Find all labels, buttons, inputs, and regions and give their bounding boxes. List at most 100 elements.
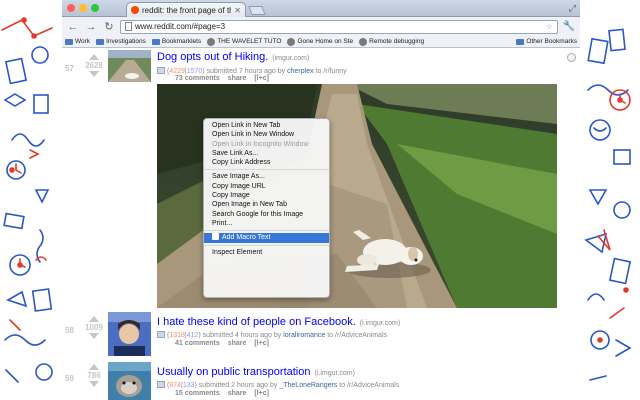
- expando-button[interactable]: [157, 331, 165, 338]
- expando-button[interactable]: [157, 67, 165, 74]
- bookmark-icon: [207, 37, 216, 46]
- reddit-favicon-icon: [131, 6, 139, 14]
- expanded-image[interactable]: Open Link in New Tab Open Link in New Wi…: [157, 84, 557, 308]
- post-58: 58 1009 I hate these kind of people on F…: [62, 312, 580, 358]
- forward-arrow-icon[interactable]: →: [84, 20, 98, 34]
- author-link[interactable]: loraliromance: [283, 332, 325, 339]
- post-score: 1009: [85, 323, 103, 332]
- subreddit-link[interactable]: to /r/AdviceAnimals: [327, 332, 387, 339]
- bookmark-item[interactable]: Gone Home on Ste: [287, 37, 353, 46]
- bookmark-item[interactable]: Remote debugging: [359, 37, 424, 46]
- address-bar[interactable]: www.reddit.com/#page=3 ☆: [120, 19, 558, 34]
- menu-open-image-new-tab[interactable]: Open Image in New Tab: [204, 200, 329, 209]
- menu-inspect-element[interactable]: Inspect Element: [204, 248, 329, 257]
- comments-link[interactable]: 73 comments: [175, 75, 220, 82]
- bookmark-item[interactable]: Investigations: [96, 38, 146, 45]
- post-domain[interactable]: (i.imgur.com): [360, 320, 400, 327]
- share-link[interactable]: share: [228, 340, 247, 347]
- menu-separator: [204, 244, 329, 246]
- fullscreen-icon[interactable]: ⤢: [569, 3, 576, 14]
- back-arrow-icon[interactable]: ←: [66, 20, 80, 34]
- wrench-menu-icon[interactable]: 🔧: [562, 20, 576, 34]
- post-actions: 15 comments share [l+c]: [175, 390, 275, 397]
- post-score: 786: [87, 371, 101, 380]
- lc-link[interactable]: [l+c]: [254, 390, 269, 397]
- post-rank: 59: [65, 374, 74, 383]
- context-menu: Open Link in New Tab Open Link in New Wi…: [203, 118, 330, 298]
- post-rank: 58: [65, 326, 74, 335]
- new-tab-button[interactable]: [248, 6, 266, 15]
- menu-copy-image[interactable]: Copy Image: [204, 191, 329, 200]
- menu-add-macro-text-label: Add Macro Text: [222, 234, 271, 242]
- lc-link[interactable]: [l+c]: [254, 75, 269, 82]
- downvote-arrow-icon[interactable]: [89, 381, 99, 387]
- post-domain[interactable]: (imgur.com): [272, 55, 309, 62]
- upvote-count: 874: [169, 382, 181, 389]
- doodle-background-right: [580, 0, 640, 400]
- post-domain[interactable]: (i.imgur.com): [314, 370, 354, 377]
- zoom-window-button[interactable]: [91, 4, 99, 12]
- author-link[interactable]: cherplex: [287, 68, 313, 75]
- share-link[interactable]: share: [228, 75, 247, 82]
- menu-open-link-new-tab[interactable]: Open Link in New Tab: [204, 121, 329, 130]
- menu-search-google-image[interactable]: Search Google for this Image: [204, 210, 329, 219]
- downvote-arrow-icon[interactable]: [89, 333, 99, 339]
- other-bookmarks[interactable]: Other Bookmarks: [516, 38, 577, 45]
- post-thumbnail[interactable]: [108, 312, 151, 356]
- post-thumbnail[interactable]: [108, 50, 151, 82]
- menu-copy-link-address[interactable]: Copy Link Address: [204, 158, 329, 167]
- post-title: Usually on public transportation: [157, 366, 311, 378]
- upvote-count: 4229: [169, 68, 185, 75]
- minimize-window-button[interactable]: [79, 4, 87, 12]
- upvote-arrow-icon[interactable]: [89, 316, 99, 322]
- bookmark-star-icon[interactable]: ☆: [546, 22, 553, 31]
- tab-strip-icons: ⤢: [569, 3, 576, 14]
- comments-link[interactable]: 15 comments: [175, 390, 220, 397]
- menu-save-link-as[interactable]: Save Link As...: [204, 149, 329, 158]
- subreddit-link[interactable]: to /r/AdviceAnimals: [339, 382, 399, 389]
- upvote-arrow-icon[interactable]: [89, 54, 99, 60]
- hide-post-icon[interactable]: [567, 53, 576, 62]
- author-link[interactable]: _TheLoneRangers: [279, 382, 337, 389]
- post-actions: 73 comments share [l+c]: [175, 75, 275, 82]
- bookmark-item[interactable]: THE WAVELET TUTO: [207, 37, 281, 46]
- post-57: 57 2628 Dog opts out of Hiking. (imgur.co…: [62, 48, 580, 310]
- tab-reddit[interactable]: reddit: the front page of the ✕: [126, 2, 246, 17]
- bookmark-label: Work: [75, 38, 91, 45]
- close-window-button[interactable]: [67, 4, 75, 12]
- tab-title: reddit: the front page of the: [142, 5, 232, 15]
- menu-add-macro-text[interactable]: Add Macro Text: [204, 233, 329, 243]
- comments-link[interactable]: 41 comments: [175, 340, 220, 347]
- lc-link[interactable]: [l+c]: [254, 340, 269, 347]
- share-link[interactable]: share: [228, 390, 247, 397]
- subreddit-link[interactable]: to /r/funny: [316, 68, 347, 75]
- menu-open-link-incognito[interactable]: Open Link in Incognito Window: [204, 140, 329, 149]
- menu-separator: [204, 169, 329, 171]
- menu-save-image-as[interactable]: Save Image As...: [204, 172, 329, 181]
- bookmark-item[interactable]: Bookmarklets: [151, 38, 201, 45]
- bookmark-icon: [287, 37, 296, 46]
- reload-icon[interactable]: ↻: [102, 20, 116, 34]
- upvote-arrow-icon[interactable]: [89, 364, 99, 370]
- bookmarks-bar: Work Investigations Bookmarklets THE WAVELE…: [62, 36, 580, 48]
- doodle-pattern-left: [1, 17, 53, 383]
- bookmark-icon: [359, 37, 368, 46]
- menu-print[interactable]: Print...: [204, 219, 329, 228]
- post-title-link[interactable]: Usually on public transportation (i.imgur…: [157, 366, 355, 378]
- post-title-link[interactable]: Dog opts out of Hiking. (imgur.com): [157, 51, 309, 63]
- vote-box: 2628: [84, 54, 104, 77]
- close-tab-icon[interactable]: ✕: [234, 6, 241, 15]
- post-title-link[interactable]: I hate these kind of people on Facebook.…: [157, 316, 400, 328]
- folder-icon: [516, 38, 525, 45]
- macro-extension-icon: [212, 233, 219, 241]
- downvote-arrow-icon[interactable]: [89, 71, 99, 77]
- url-text: www.reddit.com/#page=3: [135, 22, 226, 31]
- expando-button[interactable]: [157, 381, 165, 388]
- post-thumbnail[interactable]: [108, 362, 151, 400]
- menu-copy-image-url[interactable]: Copy Image URL: [204, 182, 329, 191]
- bookmark-label: Investigations: [106, 38, 146, 45]
- menu-open-link-new-window[interactable]: Open Link in New Window: [204, 130, 329, 139]
- upvote-count: 1318: [169, 332, 185, 339]
- folder-icon: [151, 38, 160, 45]
- bookmark-item[interactable]: Work: [65, 38, 90, 45]
